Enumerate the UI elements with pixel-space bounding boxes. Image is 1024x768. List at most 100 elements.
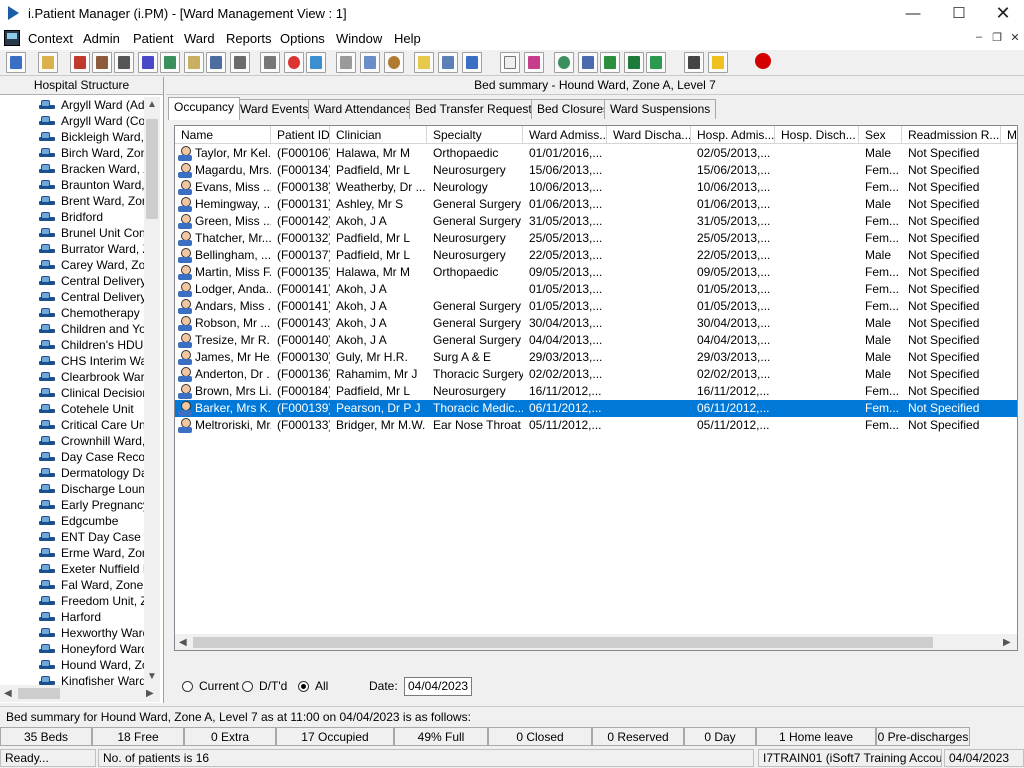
tree-vertical-scrollbar[interactable]: ▲ ▼ [144, 97, 160, 685]
ward-tree-item[interactable]: Central Delivery S [38, 273, 144, 289]
system-menu-icon[interactable] [4, 30, 20, 46]
ambulance-icon[interactable] [230, 52, 250, 73]
patient-row[interactable]: Martin, Miss F... (F000135) Halawa, Mr M Or… [175, 264, 1017, 281]
print-icon[interactable] [38, 52, 58, 73]
ward-tree-item[interactable]: Chemotherapy Da [38, 305, 144, 321]
menu-reports[interactable]: Reports [226, 31, 272, 46]
patient-row[interactable]: Barker, Mrs K... (F000139) Pearson, Dr P J… [175, 400, 1017, 417]
ward-tree-item[interactable]: Early Pregnancy U [38, 497, 144, 513]
ward-tree-item[interactable]: Brent Ward, Zone [38, 193, 144, 209]
refresh-icon[interactable] [646, 52, 666, 73]
book-icon[interactable] [70, 52, 90, 73]
menu-patient[interactable]: Patient [133, 31, 173, 46]
column-header[interactable]: Ward Discha... [607, 126, 691, 144]
ward-tree-item[interactable]: Cotehele Unit [38, 401, 144, 417]
mdi-restore-button[interactable]: ❐ [988, 31, 1006, 47]
scroll-right-arrow-icon[interactable]: ▶ [146, 688, 154, 699]
patient-row[interactable]: Tresize, Mr R... (F000140) Akoh, J A Genera… [175, 332, 1017, 349]
tree-horizontal-scrollbar[interactable]: ◀ ▶ [0, 685, 160, 702]
patient-row[interactable]: Robson, Mr ... (F000143) Akoh, J A General … [175, 315, 1017, 332]
tab-bed-transfer-requests[interactable]: Bed Transfer Requests [409, 99, 544, 119]
radio-all[interactable] [298, 681, 309, 692]
ward-tree-item[interactable]: ENT Day Case U [38, 529, 144, 545]
ward-tree-item[interactable]: Clinical Decision U [38, 385, 144, 401]
menu-options[interactable]: Options [280, 31, 325, 46]
grid-horizontal-scrollbar[interactable]: ◀ ▶ [175, 634, 1017, 650]
ward-tree-item[interactable]: Carey Ward, Zon [38, 257, 144, 273]
column-header[interactable]: Clinician [330, 126, 427, 144]
patient-row[interactable]: Taylor, Mr Kel... (F000106) Halawa, Mr M Or… [175, 145, 1017, 162]
ward-tree-item[interactable]: Argyll Ward (Adul [38, 97, 144, 113]
globe-icon[interactable] [554, 52, 574, 73]
column-header[interactable]: Ward Admiss... [523, 126, 607, 144]
ward-tree-item[interactable]: Bickleigh Ward, Z [38, 129, 144, 145]
column-header[interactable]: Me [1001, 126, 1017, 144]
column-header[interactable]: Hosp. Admis... [691, 126, 775, 144]
grid-hscroll-thumb[interactable] [193, 637, 933, 648]
patient-row[interactable]: James, Mr He... (F000130) Guly, Mr H.R. Sur… [175, 349, 1017, 366]
ward-tree-item[interactable]: Fal Ward, Zone E [38, 577, 144, 593]
date-input[interactable]: 04/04/2023 [404, 677, 472, 696]
column-header[interactable]: Specialty [427, 126, 523, 144]
ward-tree-item[interactable]: Argyll Ward (Cots [38, 113, 144, 129]
tree-scroll-thumb[interactable] [146, 119, 158, 219]
ward-tree-item[interactable]: Edgcumbe [38, 513, 144, 529]
ward-tree-item[interactable]: Critical Care Unit [38, 417, 144, 433]
mdi-minimize-button[interactable]: – [970, 31, 988, 47]
menu-window[interactable]: Window [336, 31, 382, 46]
search-icon[interactable] [260, 52, 280, 73]
patient-row[interactable]: Green, Miss ... (F000142) Akoh, J A General… [175, 213, 1017, 230]
transfer-icon[interactable] [438, 52, 458, 73]
minimize-button[interactable]: — [890, 0, 936, 28]
ward-tree-item[interactable]: Clearbrook Ward, [38, 369, 144, 385]
ward-tree-item[interactable]: Bracken Ward, Z [38, 161, 144, 177]
ward-tree-item[interactable]: Dermatology Day [38, 465, 144, 481]
patient-row[interactable]: Thatcher, Mr... (F000132) Padfield, Mr L Ne… [175, 230, 1017, 247]
tree-hscroll-thumb[interactable] [18, 688, 60, 699]
chat-icon[interactable] [360, 52, 380, 73]
ward-tree-item[interactable]: Central Delivery S [38, 289, 144, 305]
patient-row[interactable]: Bellingham, ... (F000137) Padfield, Mr L Ne… [175, 247, 1017, 264]
user-icon[interactable] [6, 52, 26, 73]
comment-icon[interactable] [578, 52, 598, 73]
ward-tree-item[interactable]: Freedom Unit, Zo [38, 593, 144, 609]
maximize-button[interactable]: ☐ [936, 0, 982, 28]
ward-tree-item[interactable]: Crownhill Ward, Z [38, 433, 144, 449]
exit-icon[interactable] [754, 52, 774, 73]
patient-row[interactable]: Hemingway, ... (F000131) Ashley, Mr S Gener… [175, 196, 1017, 213]
page-icon[interactable] [500, 52, 520, 73]
warning-icon[interactable] [708, 52, 728, 73]
column-header[interactable]: Patient ID [271, 126, 330, 144]
mdi-close-button[interactable]: ✕ [1006, 31, 1024, 47]
ward-tree-item[interactable]: Kingfisher Ward [38, 673, 144, 685]
person-icon[interactable] [160, 52, 180, 73]
column-header[interactable]: Hosp. Disch... [775, 126, 859, 144]
list-icon[interactable] [414, 52, 434, 73]
ward-tree-item[interactable]: CHS Interim Ward [38, 353, 144, 369]
tab-ward-attendances[interactable]: Ward Attendances [308, 99, 418, 119]
tab-occupancy[interactable]: Occupancy [168, 97, 241, 120]
ward-tree-item[interactable]: Bridford [38, 209, 144, 225]
ward-tree-item[interactable]: Day Case Recov [38, 449, 144, 465]
menu-ward[interactable]: Ward [184, 31, 215, 46]
check-comment-icon[interactable] [600, 52, 620, 73]
menu-admin[interactable]: Admin [83, 31, 120, 46]
ward-tree-item[interactable]: Hexworthy Ward, [38, 625, 144, 641]
document-icon[interactable] [184, 52, 204, 73]
bed-icon[interactable] [206, 52, 226, 73]
close-button[interactable]: ✕ [980, 0, 1024, 28]
scroll-left-arrow-icon[interactable]: ◀ [4, 688, 12, 699]
mail-icon[interactable] [138, 52, 158, 73]
patient-row[interactable]: Meltroriski, Mr... (F000133) Bridger, Mr M… [175, 417, 1017, 434]
ward-tree-item[interactable]: Exeter Nuffield He [38, 561, 144, 577]
ward-tree-item[interactable]: Children's HDU (N [38, 337, 144, 353]
tab-ward-events[interactable]: Ward Events [234, 99, 315, 119]
patient-transfer-icon[interactable] [462, 52, 482, 73]
scroll-up-arrow-icon[interactable]: ▲ [147, 99, 157, 110]
notes-icon[interactable] [336, 52, 356, 73]
ward-tree-item[interactable]: Burrator Ward, Zc [38, 241, 144, 257]
ward-tree-item[interactable]: Brunel Unit Contir [38, 225, 144, 241]
clock-icon[interactable] [284, 52, 304, 73]
ward-tree-item[interactable]: Birch Ward, Zone [38, 145, 144, 161]
grid-scroll-right-arrow-icon[interactable]: ▶ [1003, 637, 1011, 648]
